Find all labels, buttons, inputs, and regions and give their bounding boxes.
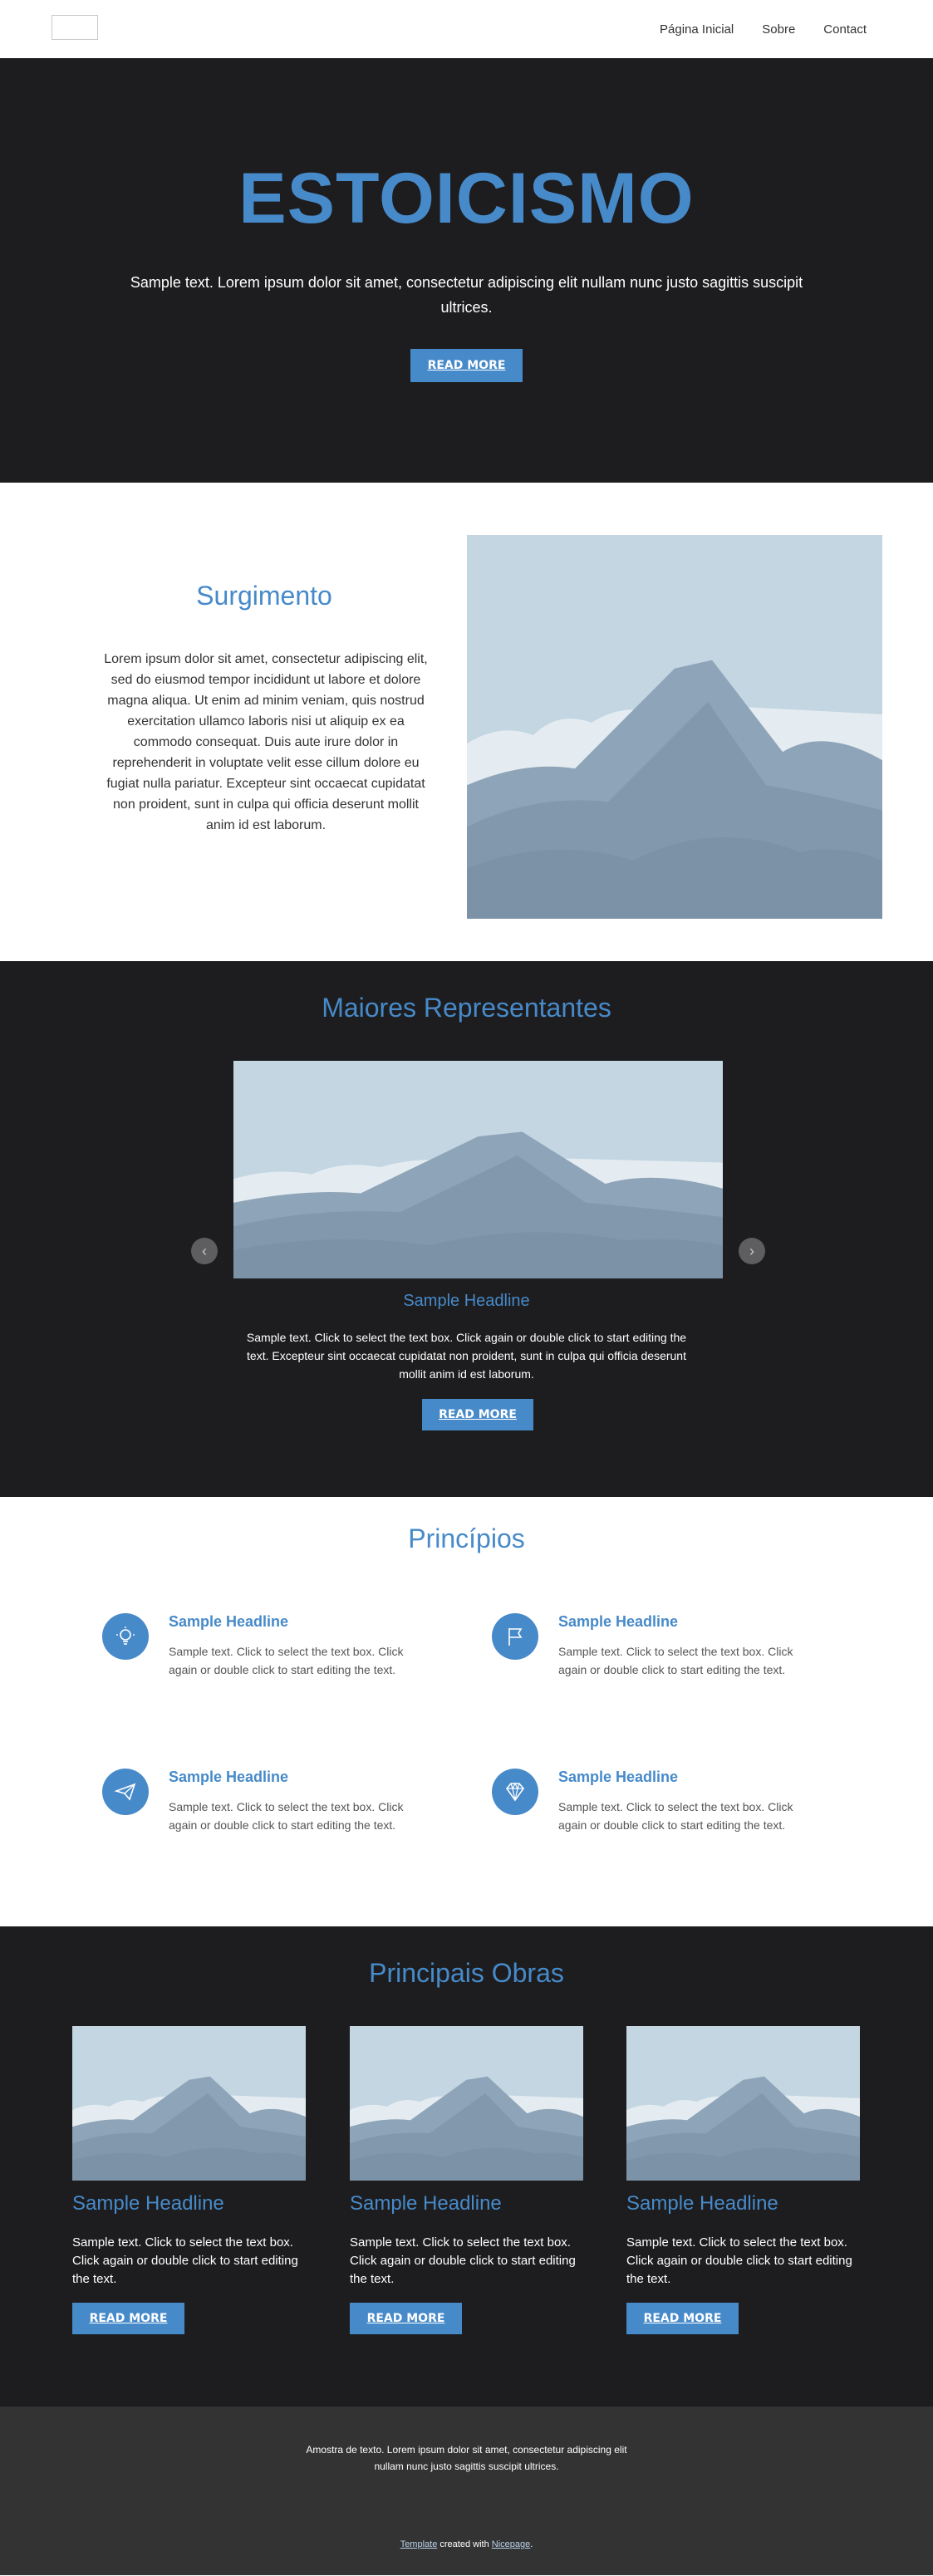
paper-plane-icon [102, 1769, 149, 1815]
feature-headline: Sample Headline [169, 1613, 289, 1630]
mountain-image [467, 535, 882, 919]
principios-section: Princípios Sample Headline Sample text. … [0, 1497, 933, 1926]
card-image [626, 2026, 860, 2181]
surgimento-title: Surgimento [196, 581, 332, 611]
feature-item: Sample Headline Sample text. Click to se… [492, 1769, 824, 1852]
surgimento-section: Surgimento Lorem ipsum dolor sit amet, c… [0, 483, 933, 961]
hero-section: ESTOICISMO Sample text. Lorem ipsum dolo… [0, 58, 933, 483]
feature-text: Sample text. Click to select the text bo… [558, 1800, 793, 1832]
main-nav: Página Inicial Sobre Contact [660, 0, 867, 58]
feature-item: Sample Headline Sample text. Click to se… [102, 1769, 435, 1852]
principios-title: Princípios [408, 1524, 525, 1553]
card-read-more-button[interactable]: READ MORE [626, 2303, 739, 2334]
representantes-section: Maiores Representantes ‹ › Sample Headli… [0, 961, 933, 1497]
feature-text: Sample text. Click to select the text bo… [169, 1800, 404, 1832]
card-text: Sample text. Click to select the text bo… [72, 2235, 298, 2286]
hero-title: ESTOICISMO [238, 159, 695, 238]
feature-headline: Sample Headline [169, 1769, 289, 1785]
credit-period: . [530, 2539, 533, 2549]
nav-item-contact[interactable]: Contact [823, 22, 867, 37]
nav-item-sobre[interactable]: Sobre [762, 22, 795, 37]
feature-text: Sample text. Click to select the text bo… [169, 1645, 404, 1676]
nicepage-link[interactable]: Nicepage [492, 2539, 530, 2549]
feature-headline: Sample Headline [558, 1613, 679, 1630]
card-headline: Sample Headline [72, 2192, 224, 2215]
obras-section: Principais Obras Sample Headline Sample … [0, 1926, 933, 2407]
nav-item-home[interactable]: Página Inicial [660, 22, 734, 37]
card-text: Sample text. Click to select the text bo… [626, 2235, 852, 2286]
site-footer: Amostra de texto. Lorem ipsum dolor sit … [0, 2407, 933, 2575]
lightbulb-icon [102, 1613, 149, 1660]
created-with-text: created with [439, 2539, 489, 2549]
card-read-more-button[interactable]: READ MORE [72, 2303, 184, 2334]
feature-item: Sample Headline Sample text. Click to se… [492, 1613, 824, 1696]
card-headline: Sample Headline [626, 2192, 778, 2215]
obra-card: Sample Headline Sample text. Click to se… [350, 2026, 583, 2375]
diamond-icon [492, 1769, 538, 1815]
chevron-right-icon[interactable]: › [739, 1238, 765, 1264]
obra-card: Sample Headline Sample text. Click to se… [72, 2026, 306, 2375]
feature-text: Sample text. Click to select the text bo… [558, 1645, 793, 1676]
site-header: Página Inicial Sobre Contact [0, 0, 933, 58]
feature-item: Sample Headline Sample text. Click to se… [102, 1613, 435, 1696]
flag-icon [492, 1613, 538, 1660]
carousel-read-more-button[interactable]: READ MORE [422, 1399, 533, 1430]
template-link[interactable]: Template [400, 2539, 438, 2549]
card-text: Sample text. Click to select the text bo… [350, 2235, 576, 2286]
card-image [72, 2026, 306, 2181]
representantes-title: Maiores Representantes [322, 993, 611, 1023]
surgimento-text: Lorem ipsum dolor sit amet, consectetur … [104, 652, 428, 832]
obras-title: Principais Obras [369, 1958, 564, 1988]
footer-text: Amostra de texto. Lorem ipsum dolor sit … [306, 2444, 627, 2472]
feature-headline: Sample Headline [558, 1769, 679, 1785]
card-read-more-button[interactable]: READ MORE [350, 2303, 462, 2334]
carousel-image [233, 1061, 723, 1278]
card-image [350, 2026, 583, 2181]
chevron-left-icon[interactable]: ‹ [191, 1238, 218, 1264]
footer-credit: Template created with Nicepage. [0, 2539, 933, 2549]
hero-text: Sample text. Lorem ipsum dolor sit amet,… [130, 274, 803, 316]
card-headline: Sample Headline [350, 2192, 502, 2215]
hero-read-more-button[interactable]: READ MORE [410, 349, 523, 382]
carousel-headline: Sample Headline [403, 1292, 530, 1310]
carousel-text: Sample text. Click to select the text bo… [246, 1331, 687, 1381]
logo-placeholder[interactable] [52, 15, 98, 40]
obra-card: Sample Headline Sample text. Click to se… [626, 2026, 860, 2375]
